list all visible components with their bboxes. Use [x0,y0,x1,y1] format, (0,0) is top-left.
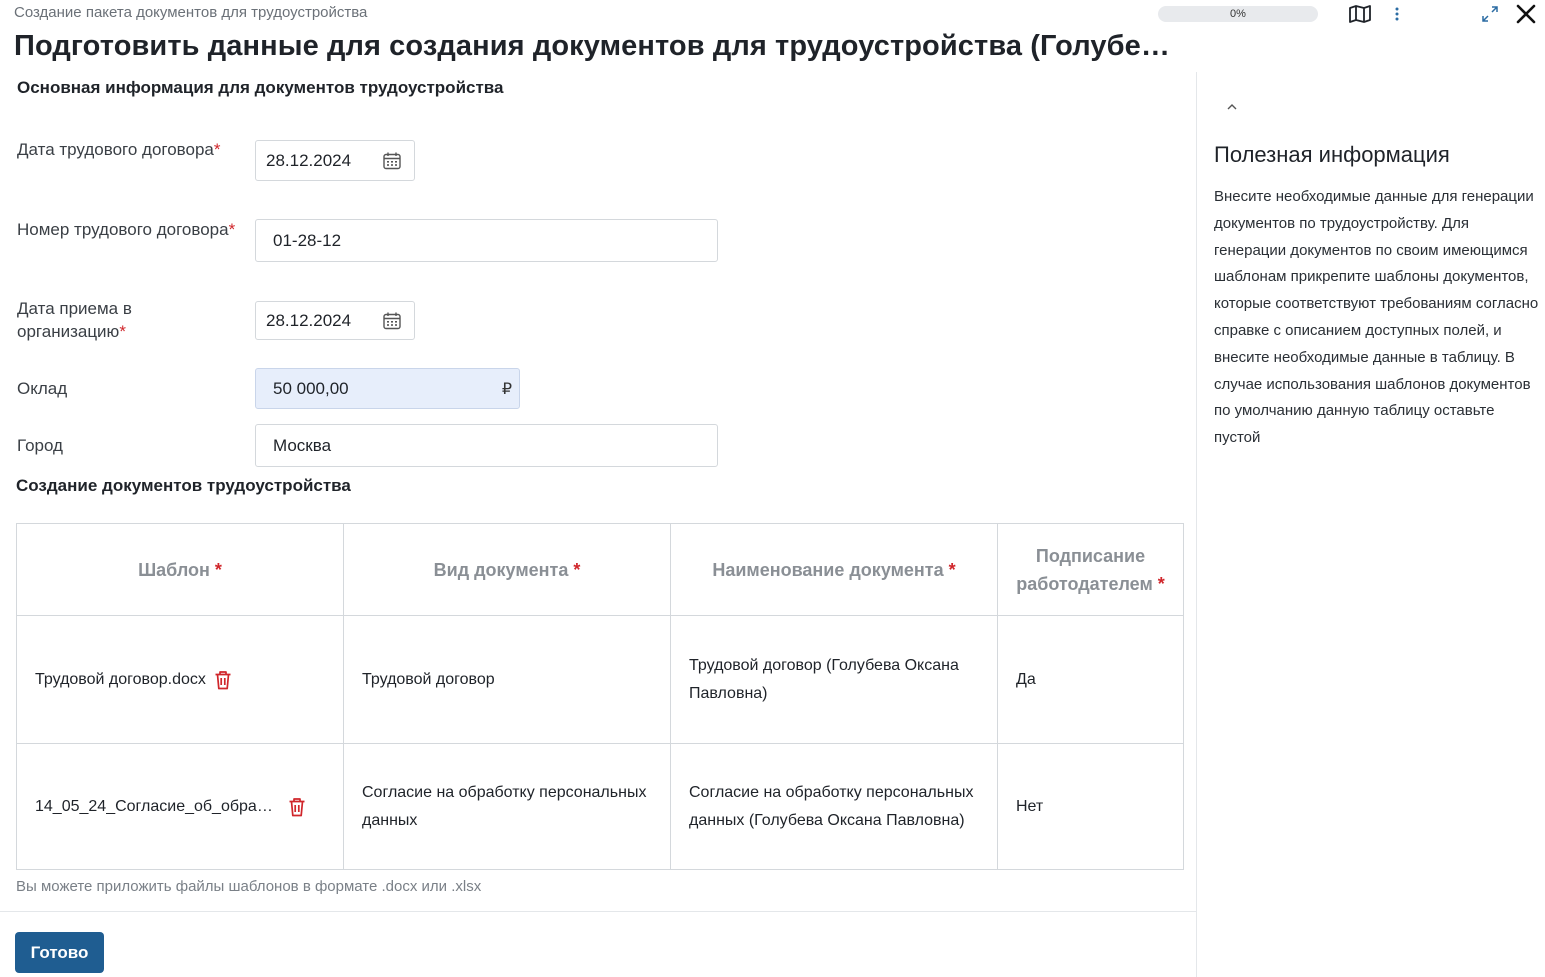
table-row[interactable]: Трудовой договор.docx Трудовой договор Т… [16,615,1184,744]
contract-date-label-text: Дата трудового договора [17,140,214,159]
map-icon[interactable] [1346,2,1374,26]
contract-number-field[interactable]: 01-28-12 [255,219,718,262]
template-file-name[interactable]: Трудовой договор.docx [35,666,206,694]
city-label: Город [17,436,63,455]
template-cell[interactable]: 14_05_24_Согласие_об_обработке_персональ… [16,743,344,870]
column-header-text: Вид документа [433,559,569,580]
column-header-text: Наименование документа [712,559,944,580]
calendar-icon[interactable] [382,151,402,171]
doc-name-cell[interactable]: Согласие на обработку персональных данны… [670,743,998,870]
done-button[interactable]: Готово [15,932,104,973]
required-mark: * [119,322,126,341]
required-mark: * [573,559,581,580]
trash-icon[interactable] [214,670,232,690]
contract-number-label: Номер трудового договора* [17,218,237,241]
hire-date-field[interactable]: 28.12.2024 [255,301,415,340]
contract-number-value: 01-28-12 [273,230,342,250]
employer-sign-cell[interactable]: Нет [997,743,1184,870]
contract-date-field[interactable]: 28.12.2024 [255,140,415,181]
template-cell[interactable]: Трудовой договор.docx [16,615,344,744]
column-header-doc-name: Наименование документа * [670,523,998,616]
currency-symbol: ₽ [501,380,512,398]
section-main-title: Основная информация для документов трудо… [17,78,504,97]
page-title: Подготовить данные для создания документ… [14,30,1184,62]
employer-sign-cell[interactable]: Да [997,615,1184,744]
attachment-hint: Вы можете приложить файлы шаблонов в фор… [16,878,482,895]
contract-number-label-text: Номер трудового договора [17,220,229,239]
doc-type-cell[interactable]: Согласие на обработку персональных данны… [343,743,671,870]
chevron-up-icon[interactable] [1223,100,1241,114]
required-mark: * [213,140,221,159]
info-panel: Полезная информация Внесите необходимые … [1197,72,1545,977]
column-header-employer-sign: Подписание работодателем * [997,523,1184,616]
doc-type-cell[interactable]: Трудовой договор [343,615,671,744]
hire-date-label-text: Дата приема в организацию [17,299,132,341]
salary-field[interactable]: 50 000,00 ₽ [255,368,520,409]
doc-name-cell[interactable]: Трудовой договор (Голубева Оксана Павлов… [670,615,998,744]
hire-date-label: Дата приема в организацию* [17,297,237,343]
column-header-doc-type: Вид документа * [343,523,671,616]
column-header-text: Шаблон [138,559,210,580]
required-mark: * [948,559,956,580]
required-mark: * [214,559,222,580]
section-docs-title: Создание документов трудоустройства [16,476,351,495]
table-header-row: Шаблон * Вид документа * Наименование до… [16,523,1184,616]
documents-table: Шаблон * Вид документа * Наименование до… [16,523,1184,870]
close-icon[interactable] [1512,0,1540,28]
required-mark: * [1157,573,1165,594]
form-area: Основная информация для документов трудо… [0,72,1196,977]
template-file-name[interactable]: 14_05_24_Согласие_об_обработке_персональ… [35,793,280,821]
column-header-template: Шаблон * [16,523,344,616]
breadcrumb[interactable]: Создание пакета документов для трудоустр… [14,4,367,21]
table-row[interactable]: 14_05_24_Согласие_об_обработке_персональ… [16,743,1184,870]
salary-value: 50 000,00 [273,378,349,398]
expand-icon[interactable] [1478,2,1502,26]
contract-date-value: 28.12.2024 [266,150,352,170]
hire-date-value: 28.12.2024 [266,310,352,330]
progress-text: 0% [1230,8,1246,20]
info-panel-text: Внесите необходимые данные для генерации… [1214,188,1539,447]
required-mark: * [228,220,236,239]
contract-date-label: Дата трудового договора* [17,138,237,161]
progress-bar: 0% [1158,6,1318,22]
city-value: Москва [273,435,332,455]
more-vertical-icon[interactable] [1388,2,1406,26]
salary-label: Оклад [17,379,68,398]
info-panel-title: Полезная информация [1214,142,1450,167]
city-field[interactable]: Москва [255,424,718,467]
column-header-text: Подписание работодателем [1016,545,1153,594]
calendar-icon[interactable] [382,311,402,331]
trash-icon[interactable] [288,797,306,817]
footer-divider [0,911,1196,912]
